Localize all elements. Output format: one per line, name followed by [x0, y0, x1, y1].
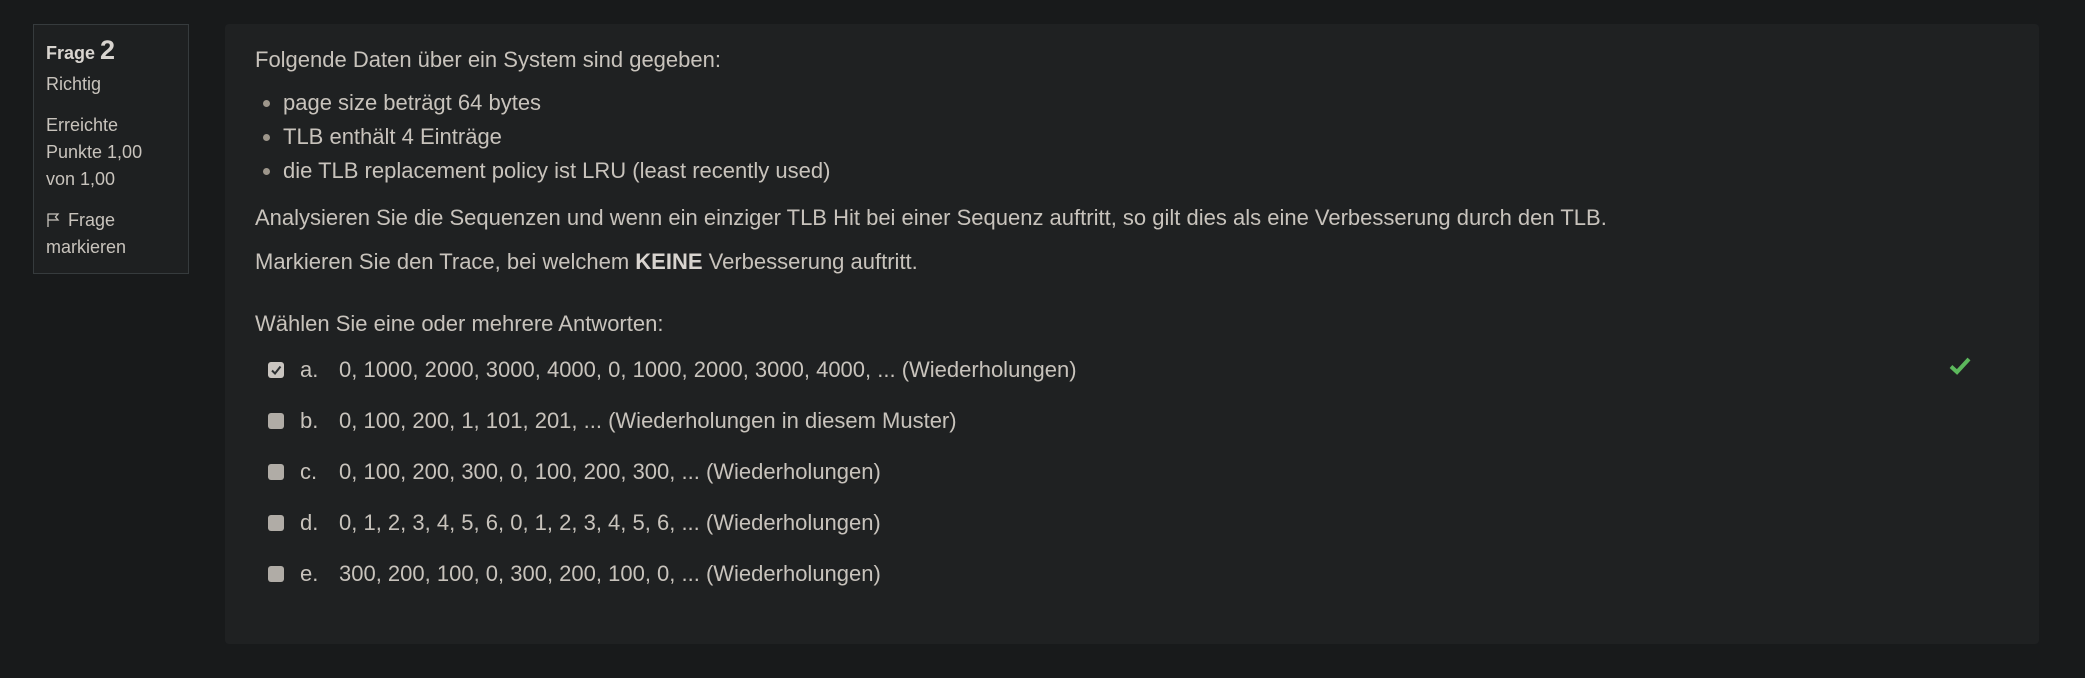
fact-item: page size beträgt 64 bytes [283, 86, 2009, 120]
answer-letter: d. [300, 509, 319, 535]
question-intro: Folgende Daten über ein System sind gege… [255, 47, 721, 72]
answer-option-a[interactable]: a. 0, 1000, 2000, 3000, 4000, 0, 1000, 2… [255, 344, 2009, 395]
paragraph-2-text: Markieren Sie den Trace, bei welchem [255, 249, 636, 274]
answer-checkbox-d[interactable] [268, 514, 284, 531]
answer-prompt: Wählen Sie eine oder mehrere Antworten: [255, 311, 664, 336]
answers-list: a. 0, 1000, 2000, 3000, 4000, 0, 1000, 2… [255, 344, 2009, 599]
answer-checkbox-b[interactable] [268, 412, 284, 429]
facts-list: page size beträgt 64 bytes TLB enthält 4… [255, 86, 2009, 188]
question-number: Frage 2 [46, 37, 176, 67]
answer-text: 0, 1, 2, 3, 4, 5, 6, 0, 1, 2, 3, 4, 5, 6… [339, 509, 881, 535]
answer-text: 0, 100, 200, 1, 101, 201, ... (Wiederhol… [339, 407, 957, 433]
answer-checkbox-c[interactable] [268, 463, 284, 480]
answer-letter: c. [300, 458, 318, 484]
question-paragraph-1: Analysieren Sie die Sequenzen und wenn e… [255, 205, 1607, 230]
question-info-panel: Frage 2 Richtig Erreichte Punkte 1,00 vo… [33, 24, 189, 274]
checkbox-check-icon [271, 365, 282, 375]
answer-letter: b. [300, 407, 319, 433]
answer-text: 0, 100, 200, 300, 0, 100, 200, 300, ... … [339, 458, 881, 484]
flag-icon [46, 210, 68, 230]
question-paragraph-2: Markieren Sie den Trace, bei welchem KEI… [255, 246, 2009, 278]
flag-question-link[interactable]: Frage markieren [46, 207, 176, 261]
answer-checkbox-a[interactable] [268, 361, 284, 378]
fact-item: die TLB replacement policy ist LRU (leas… [283, 154, 2009, 188]
question-state: Richtig [46, 74, 102, 94]
paragraph-2-emphasis: KEINE [635, 249, 703, 274]
answer-letter: e. [300, 560, 319, 586]
answer-option-b[interactable]: b. 0, 100, 200, 1, 101, 201, ... (Wieder… [255, 395, 2009, 446]
fact-item: TLB enthält 4 Einträge [283, 120, 2009, 154]
paragraph-2-text-end: Verbesserung auftritt. [702, 249, 918, 274]
answer-option-e[interactable]: e. 300, 200, 100, 0, 300, 200, 100, 0, .… [255, 548, 2009, 599]
answer-letter: a. [300, 356, 319, 382]
answer-checkbox-e[interactable] [268, 565, 284, 582]
answer-text: 0, 1000, 2000, 3000, 4000, 0, 1000, 2000… [339, 356, 1077, 382]
question-content: Folgende Daten über ein System sind gege… [225, 24, 2039, 644]
answer-text: 300, 200, 100, 0, 300, 200, 100, 0, ... … [339, 560, 881, 586]
answer-option-c[interactable]: c. 0, 100, 200, 300, 0, 100, 200, 300, .… [255, 446, 2009, 497]
question-grade: Erreichte Punkte 1,00 von 1,00 [46, 115, 143, 189]
answer-option-d[interactable]: d. 0, 1, 2, 3, 4, 5, 6, 0, 1, 2, 3, 4, 5… [255, 497, 2009, 548]
question-label: Frage [46, 43, 96, 63]
check-icon [1949, 356, 1971, 382]
question-number-value: 2 [100, 35, 116, 65]
